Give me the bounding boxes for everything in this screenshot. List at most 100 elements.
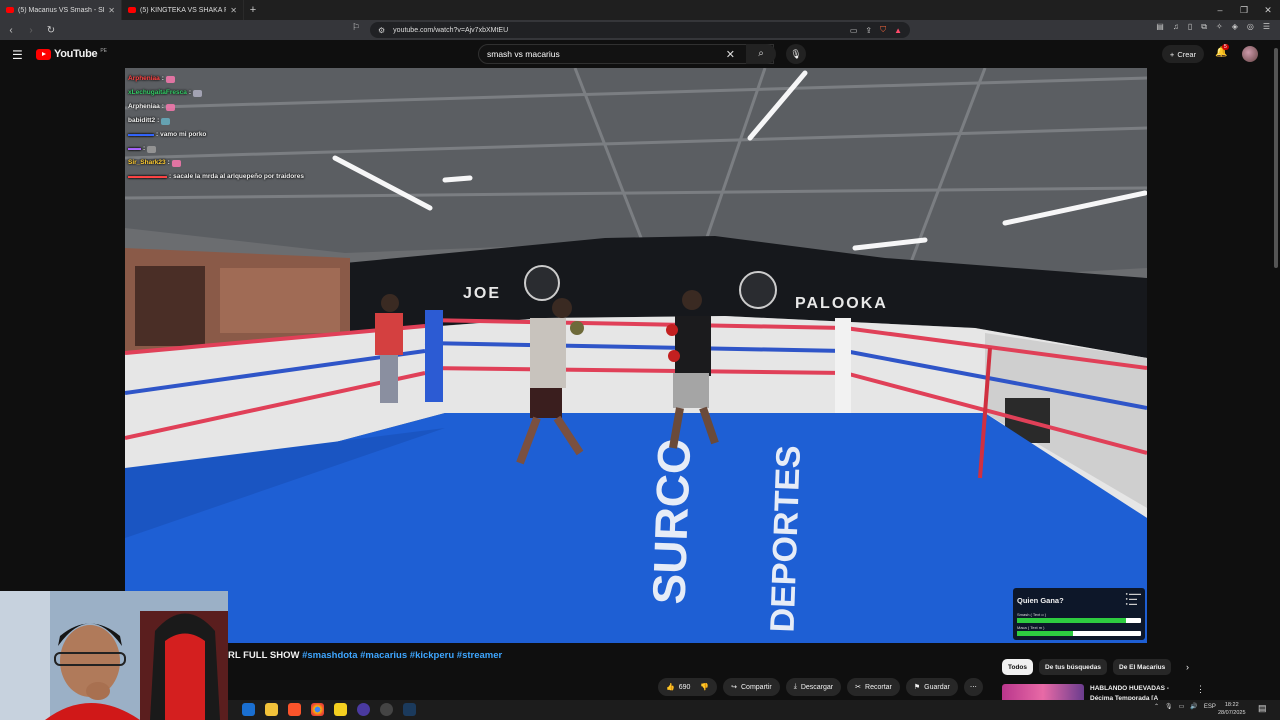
- logo-text: YouTube: [54, 48, 98, 60]
- chat-username-redacted: ▬▬▬▬▬▬: [128, 173, 167, 180]
- chrome-icon[interactable]: [311, 703, 324, 716]
- share-icon[interactable]: ⇪: [865, 26, 872, 35]
- file-explorer-icon[interactable]: [265, 703, 278, 716]
- chip-from-searches[interactable]: De tus búsquedas: [1039, 659, 1107, 675]
- browser-tab-strip: (5) Macarius VS Smash - SPA... ✕ (5) KIN…: [0, 0, 1280, 20]
- sidebar-toggle-icon[interactable]: ▤: [1156, 22, 1164, 32]
- browser-right-tools: ▤ ♫ ▯ ⧉ ✧ ◈ ◎ ☰: [1156, 22, 1270, 32]
- steam-icon[interactable]: [403, 703, 416, 716]
- create-button[interactable]: + Crear: [1162, 45, 1204, 63]
- more-icon: ⋯: [969, 684, 977, 691]
- clip-label: Recortar: [865, 683, 892, 691]
- country-code: PE: [100, 48, 107, 54]
- more-actions-button[interactable]: ⋯: [963, 678, 983, 696]
- sticky-notes-icon[interactable]: [334, 703, 347, 716]
- github-desktop-icon[interactable]: [380, 703, 393, 716]
- svg-text:SURCO: SURCO: [642, 437, 700, 605]
- notifications-button[interactable]: 🔔 5: [1215, 44, 1229, 58]
- scissors-icon: ✂: [855, 684, 862, 691]
- network-icon[interactable]: ▭: [1179, 703, 1185, 710]
- browser-menu-icon[interactable]: ☰: [1263, 22, 1270, 32]
- chat-message: Arpheniaa:: [128, 100, 304, 114]
- cast-icon[interactable]: ▭: [850, 26, 858, 35]
- address-bar[interactable]: ⚙ youtube.com/watch?v=Ajv7xbXMtEU ▭ ⇪ ⛉ …: [370, 22, 910, 38]
- poll-option-fill: [1017, 618, 1127, 623]
- like-count: 690: [678, 683, 691, 691]
- search-box[interactable]: smash vs macarius ✕: [478, 44, 774, 64]
- new-tab-button[interactable]: +: [244, 4, 262, 16]
- chat-message: ▬▬▬▬▬▬: sacale la mrda al arlquepeño por …: [128, 170, 304, 184]
- tab-title: (5) Macarius VS Smash - SPA...: [18, 6, 104, 14]
- clock-time: 18:22: [1224, 702, 1239, 708]
- notification-center-icon[interactable]: ▤: [1258, 703, 1267, 714]
- puzzle-icon[interactable]: ✧: [1216, 22, 1223, 32]
- profile-icon[interactable]: ◎: [1247, 22, 1254, 32]
- poll-option-fill: [1017, 631, 1073, 636]
- reading-list-icon[interactable]: ▯: [1188, 22, 1192, 32]
- restore-icon[interactable]: ❐: [1232, 0, 1256, 20]
- close-tab-icon[interactable]: ✕: [230, 6, 237, 15]
- chevron-right-icon[interactable]: ›: [1186, 662, 1189, 672]
- wallet-icon[interactable]: ◈: [1232, 22, 1238, 32]
- clear-search-icon[interactable]: ✕: [726, 48, 735, 61]
- tray-expand-icon[interactable]: ⌃: [1154, 703, 1159, 710]
- brave-shield-icon[interactable]: ⛉: [880, 25, 886, 35]
- save-button[interactable]: ⚑ Guardar: [905, 678, 958, 696]
- site-info-icon[interactable]: ⚙: [378, 26, 385, 35]
- emote-icon: [165, 103, 175, 111]
- poll-question: Quien Gana?: [1017, 596, 1064, 605]
- browser-tab-active[interactable]: (5) Macarius VS Smash - SPA... ✕: [0, 0, 122, 20]
- plus-icon: +: [1169, 49, 1175, 59]
- download-button[interactable]: ⤓ Descargar: [785, 678, 842, 696]
- back-arrow-icon[interactable]: ‹: [6, 25, 16, 36]
- bookmark-icon[interactable]: ⚐: [352, 22, 360, 33]
- chat-text: sacale la mrda al arlquepeño por traidor…: [173, 173, 304, 180]
- voice-search-button[interactable]: 🎙: [786, 44, 806, 64]
- like-dislike-button[interactable]: 👍 690 👎: [658, 678, 718, 696]
- mic-tray-icon[interactable]: 🎙: [1165, 703, 1173, 710]
- youtube-favicon-icon: [6, 7, 14, 13]
- chip-from-channel[interactable]: De El Macarius: [1113, 659, 1172, 675]
- outlook-icon[interactable]: [242, 703, 255, 716]
- page-scrollbar[interactable]: [1272, 40, 1280, 700]
- share-button[interactable]: ↪ Compartir: [723, 678, 780, 696]
- music-icon[interactable]: ♫: [1173, 22, 1179, 32]
- share-label: Compartir: [741, 683, 772, 691]
- search-button[interactable]: ⌕: [746, 44, 776, 64]
- extensions-icon[interactable]: ⧉: [1201, 22, 1207, 32]
- search-input[interactable]: smash vs macarius: [487, 49, 726, 59]
- volume-icon[interactable]: 🔊: [1190, 703, 1197, 710]
- scrollbar-thumb[interactable]: [1274, 48, 1278, 268]
- language-indicator[interactable]: ESP: [1204, 704, 1216, 710]
- browser-tab[interactable]: (5) KINGTEKA VS SHAKA PELEAN EN... ✕: [122, 0, 244, 20]
- hamburger-menu-icon[interactable]: ☰: [12, 48, 23, 62]
- dislike-icon[interactable]: 👎: [700, 683, 709, 691]
- reload-icon[interactable]: ↻: [46, 25, 56, 36]
- minimize-icon[interactable]: –: [1208, 0, 1232, 20]
- share-arrow-icon: ↪: [731, 684, 737, 691]
- obs-icon[interactable]: [357, 703, 370, 716]
- bookmark-save-icon: ⚑: [913, 684, 921, 691]
- poll-option-bar: [1017, 618, 1141, 623]
- save-label: Guardar: [924, 683, 950, 691]
- youtube-logo[interactable]: YouTube PE: [36, 48, 107, 60]
- chat-text: vamo mi porko: [160, 131, 207, 138]
- forward-arrow-icon[interactable]: ›: [26, 25, 36, 36]
- close-tab-icon[interactable]: ✕: [108, 6, 115, 15]
- account-avatar[interactable]: [1242, 46, 1258, 62]
- brave-icon[interactable]: [288, 703, 301, 716]
- download-icon: ⤓: [793, 683, 797, 690]
- svg-text:DEPORTES: DEPORTES: [764, 445, 809, 633]
- close-window-icon[interactable]: ✕: [1256, 0, 1280, 20]
- emote-icon: [147, 145, 157, 153]
- video-hashtags[interactable]: #smashdota #macarius #kickperu #streamer: [302, 650, 502, 661]
- chat-username-redacted: ▬▬▬▬: [128, 131, 154, 138]
- brave-rewards-icon[interactable]: ▲: [894, 26, 902, 35]
- video-player[interactable]: JOE PALOOKA SURCO DEPORTES Arpheniaa: x…: [125, 68, 1147, 643]
- recommendation-chips: Todos De tus búsquedas De El Macarius: [1002, 659, 1172, 675]
- clip-button[interactable]: ✂ Recortar: [847, 678, 900, 696]
- chip-all[interactable]: Todos: [1002, 659, 1034, 675]
- chat-separator: :: [188, 89, 192, 96]
- taskbar-clock[interactable]: 18:22 28/07/2025: [1218, 701, 1246, 717]
- emote-icon: [165, 75, 175, 83]
